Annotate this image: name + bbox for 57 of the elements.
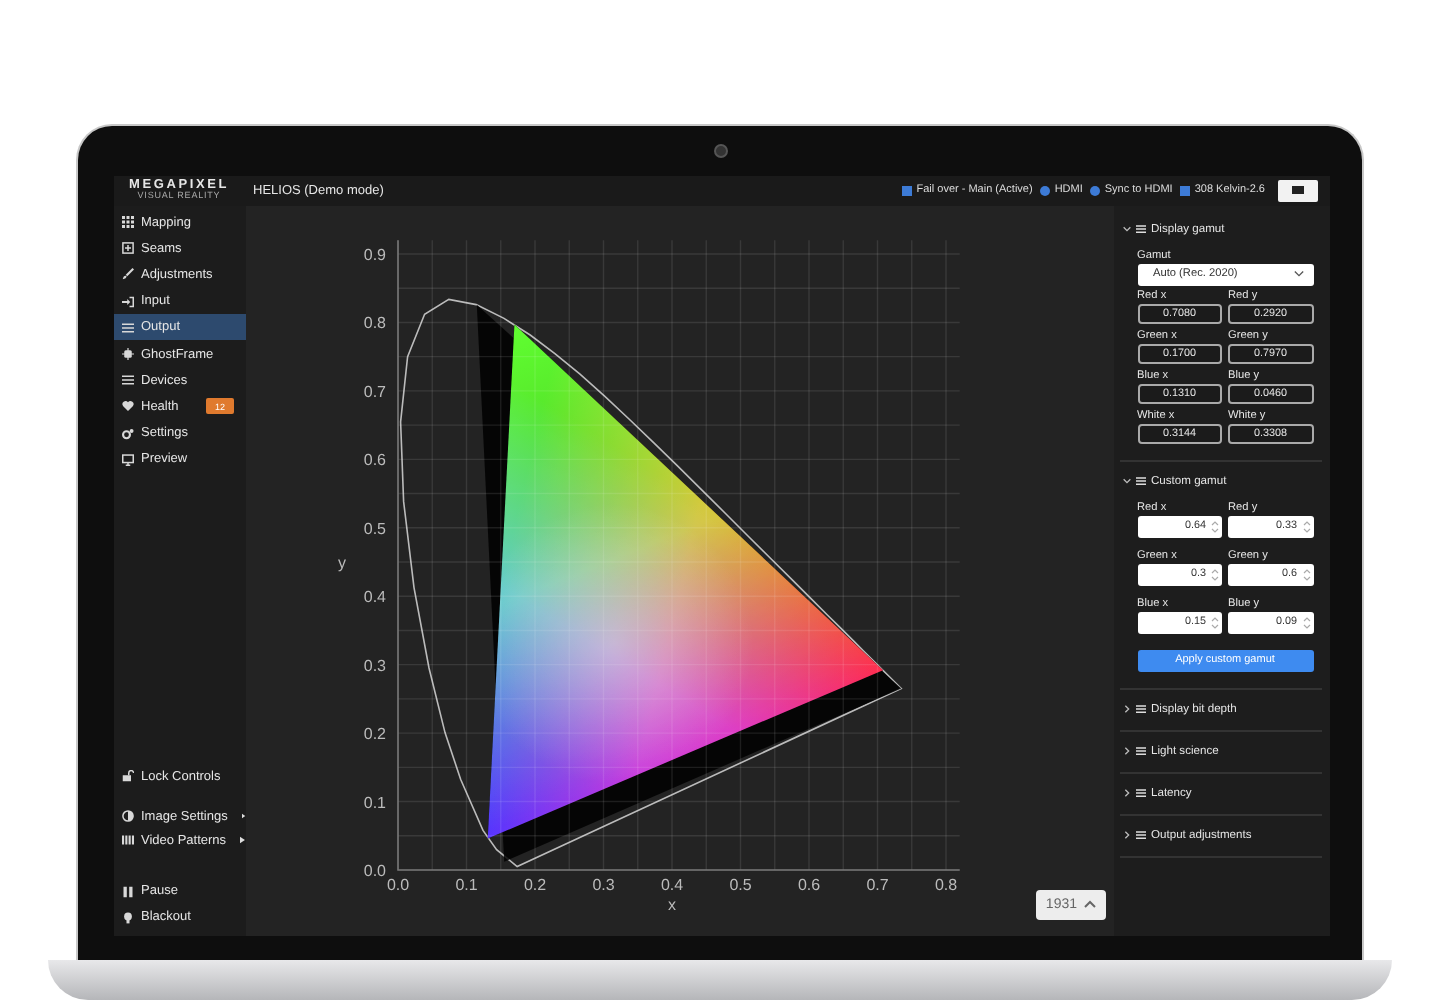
stepper-icon xyxy=(1301,613,1311,631)
tick-label: 0.1 xyxy=(362,792,385,811)
tick-label: 0.4 xyxy=(659,875,683,893)
tick-label: 0.0 xyxy=(385,875,409,893)
tick-label: 0.2 xyxy=(522,875,546,893)
chip-icon xyxy=(121,348,133,361)
heart-icon xyxy=(121,400,133,413)
tick-label: 0.7 xyxy=(865,875,888,893)
tick-label: 0.9 xyxy=(362,245,385,263)
tick-label: 0.6 xyxy=(362,450,385,469)
list-icon xyxy=(1136,830,1146,840)
tick-label: 0.2 xyxy=(362,724,385,743)
status-dot-icon xyxy=(1090,185,1101,195)
list-icon xyxy=(121,321,133,334)
pause-icon xyxy=(121,885,133,898)
half-circle-icon xyxy=(121,810,133,823)
grid-icon xyxy=(121,216,133,229)
tick-label: 0.7 xyxy=(362,381,385,400)
lock-icon xyxy=(121,770,133,783)
tick-label: 0.5 xyxy=(362,518,385,537)
tick-label: 0.3 xyxy=(362,655,385,674)
display-button[interactable] xyxy=(1277,179,1317,201)
list-icon xyxy=(121,374,133,387)
list-icon xyxy=(1136,224,1146,234)
stepper-icon xyxy=(1301,517,1311,535)
tick-label: 0.5 xyxy=(728,875,751,893)
screen-icon xyxy=(1291,186,1303,194)
chevron-icon xyxy=(1293,270,1303,278)
tick-label: 0.8 xyxy=(362,313,385,332)
brush-icon xyxy=(121,268,133,281)
list-icon xyxy=(1136,476,1146,486)
list-icon xyxy=(1136,704,1146,714)
gear-icon xyxy=(121,427,133,440)
tick-label: 0.6 xyxy=(796,875,820,893)
input-icon xyxy=(121,295,133,308)
bulb-icon xyxy=(121,911,133,924)
axis-label: x xyxy=(667,895,675,913)
tick-label: 0.3 xyxy=(591,875,614,893)
stepper-icon xyxy=(1210,517,1220,535)
tick-label: 0.0 xyxy=(362,861,385,879)
list-icon xyxy=(1136,746,1146,756)
monitor-icon xyxy=(121,453,133,466)
tick-label: 0.8 xyxy=(933,875,957,893)
stepper-icon xyxy=(1210,613,1220,631)
plus-square-icon xyxy=(121,242,133,255)
status-square-icon xyxy=(1180,185,1191,195)
axis-label: y xyxy=(337,553,345,571)
stepper-icon xyxy=(1301,565,1311,583)
stepper-icon xyxy=(1210,565,1220,583)
webcam-icon xyxy=(714,144,728,158)
status-dot-icon xyxy=(1040,185,1051,195)
caret-icon xyxy=(1083,900,1095,908)
bars-icon xyxy=(121,834,133,847)
tick-label: 0.4 xyxy=(362,587,385,606)
status-square-icon xyxy=(902,185,913,195)
tick-label: 0.1 xyxy=(454,875,477,893)
list-icon xyxy=(1136,788,1146,798)
